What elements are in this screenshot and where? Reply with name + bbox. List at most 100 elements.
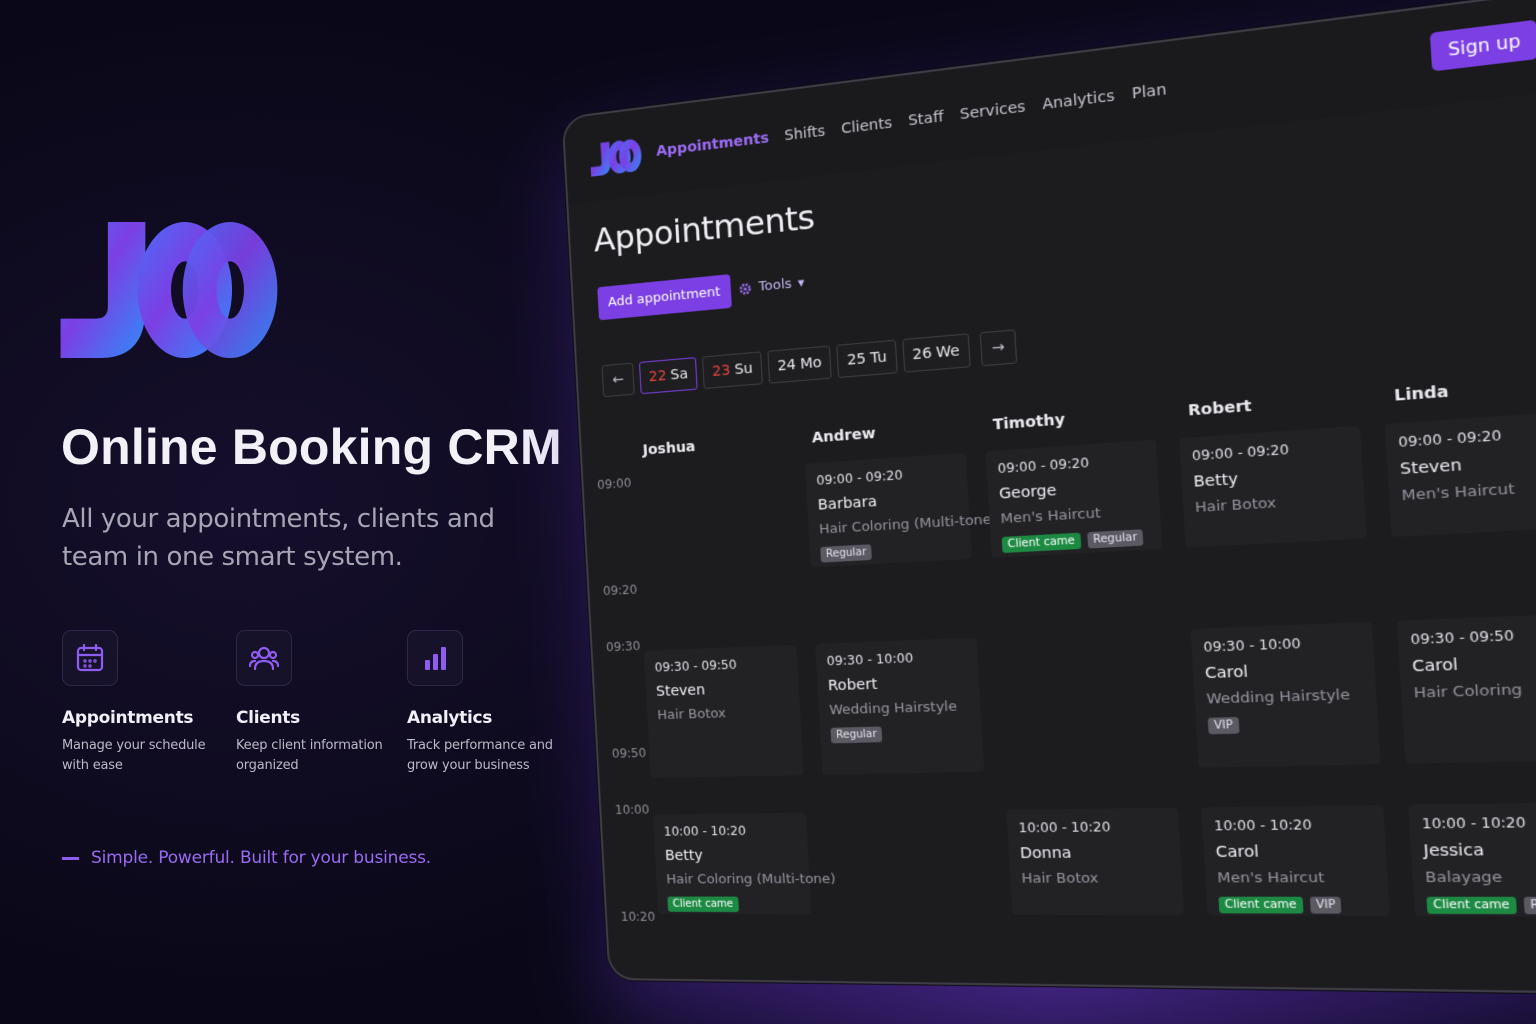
appointment-service: Wedding Hairstyle	[1206, 687, 1364, 708]
appointment-card[interactable]: 10:00 - 10:20 Betty Hair Coloring (Multi-t…	[653, 813, 812, 915]
nav-plan[interactable]: Plan	[1131, 81, 1167, 103]
appointment-client: Barbara	[817, 488, 957, 513]
nav-analytics[interactable]: Analytics	[1042, 88, 1115, 114]
appointment-card[interactable]: 10:00 - 10:20 Jessica Balayage Client came R…	[1408, 802, 1536, 917]
appointment-card[interactable]: 09:00 - 09:20 Barbara Hair Coloring (Multi…	[805, 453, 972, 568]
staff-column-header: Andrew	[811, 425, 876, 446]
appointment-time: 09:00 - 09:20	[816, 464, 956, 488]
appointment-service: Men's Haircut	[1000, 503, 1149, 528]
regular-badge: Regular	[1523, 897, 1536, 915]
appointment-card[interactable]: 09:30 - 10:00 Carol Wedding Hairstyle VIP	[1191, 622, 1381, 768]
appointment-tags: Client came	[667, 897, 801, 913]
date-weekday: Tu	[870, 349, 887, 367]
vip-badge: VIP	[1208, 717, 1240, 734]
staff-column-header: Robert	[1188, 398, 1253, 420]
appointment-service: Men's Haircut	[1217, 870, 1376, 887]
time-label: 09:00	[597, 476, 632, 492]
appointment-time: 09:30 - 09:50	[654, 655, 787, 674]
date-strip: ← 22 Sa 23 Su 24 Mo 25 Tu 26 We →	[602, 329, 1018, 397]
staff-column-header: Linda	[1394, 383, 1449, 405]
appointment-card[interactable]: 09:00 - 09:20 Betty Hair Botox	[1179, 426, 1367, 548]
add-appointment-button[interactable]: Add appointment	[597, 274, 731, 320]
appointment-time: 09:30 - 10:00	[826, 649, 967, 669]
nav-shifts[interactable]: Shifts	[784, 123, 826, 144]
appointment-client: Carol	[1215, 842, 1374, 861]
hero-headline: Online Booking CRM	[61, 418, 562, 476]
feature-analytics: Analytics Track performance and grow you…	[407, 630, 577, 776]
tools-label: Tools	[758, 276, 792, 295]
appointment-card[interactable]: 10:00 - 10:20 Donna Hair Botox	[1006, 808, 1184, 916]
appointment-client: Steven	[656, 679, 789, 700]
joo-logo-icon	[60, 222, 278, 360]
feature-description: Track performance and grow your business	[407, 736, 577, 776]
appointment-card[interactable]: 09:30 - 09:50 Carol Hair Coloring	[1397, 613, 1536, 764]
time-label: 10:00	[615, 802, 650, 817]
appointment-tags: Regular	[820, 539, 960, 562]
appointment-tags: Client came Regular	[1426, 897, 1536, 915]
regular-badge: Regular	[1087, 529, 1144, 548]
tagline: Simple. Powerful. Built for your busines…	[62, 848, 431, 868]
date-chip[interactable]: 25 Tu	[837, 340, 898, 378]
appointment-card[interactable]: 09:00 - 09:20 George Men's Haircut Client c…	[986, 440, 1163, 558]
feature-description: Manage your schedule with ease	[62, 736, 232, 776]
appointment-time: 09:00 - 09:20	[1192, 438, 1350, 464]
prev-dates-button[interactable]: ←	[602, 363, 635, 398]
date-weekday: Mo	[800, 354, 823, 372]
date-chip[interactable]: 22 Sa	[639, 357, 698, 394]
bar-chart-icon	[407, 630, 463, 686]
appointment-card[interactable]: 09:30 - 09:50 Steven Hair Botox	[644, 645, 804, 778]
feature-title: Clients	[236, 708, 406, 728]
date-number: 26	[912, 345, 932, 363]
appointment-card[interactable]: 10:00 - 10:20 Carol Men's Haircut Client ca…	[1201, 805, 1390, 916]
app-nav-links: Appointments Shifts Clients Staff Servic…	[656, 81, 1167, 160]
date-weekday: Sa	[670, 366, 688, 384]
appointment-service: Men's Haircut	[1401, 478, 1536, 505]
date-chip[interactable]: 24 Mo	[767, 345, 832, 383]
appointment-client: Robert	[828, 673, 969, 694]
appointment-card[interactable]: 09:00 - 09:20 Steven Men's Haircut	[1385, 411, 1536, 537]
signup-button[interactable]: Sign up	[1430, 20, 1536, 72]
time-label: 09:20	[603, 582, 638, 598]
time-label: 09:30	[606, 639, 641, 654]
appointment-time: 10:00 - 10:20	[1214, 816, 1373, 833]
feature-clients: Clients Keep client information organize…	[236, 630, 406, 776]
nav-staff[interactable]: Staff	[908, 109, 944, 130]
page-title: Appointments	[593, 197, 816, 259]
date-weekday: Su	[734, 360, 753, 378]
client-came-badge: Client came	[1218, 897, 1303, 914]
nav-services[interactable]: Services	[960, 99, 1026, 124]
chevron-down-icon: ▼	[798, 278, 805, 288]
appointment-client: George	[999, 476, 1148, 502]
appointment-client: Carol	[1412, 652, 1536, 676]
appointment-service: Hair Botox	[657, 704, 790, 723]
appointment-service: Hair Coloring	[1413, 680, 1536, 702]
nav-appointments[interactable]: Appointments	[656, 130, 770, 160]
nav-clients[interactable]: Clients	[841, 115, 893, 138]
date-number: 25	[847, 351, 867, 369]
arrow-left-icon: ←	[612, 371, 624, 388]
appointment-service: Hair Coloring (Multi-tone)	[666, 872, 800, 888]
appointment-client: Jessica	[1423, 841, 1536, 861]
appointment-time: 09:30 - 10:00	[1203, 634, 1361, 655]
hero-subline: All your appointments, clients and team …	[62, 500, 532, 576]
app-logo-icon[interactable]	[589, 138, 642, 178]
vip-badge: VIP	[1309, 897, 1342, 914]
appointment-client: Steven	[1399, 450, 1536, 479]
date-chip[interactable]: 23 Su	[702, 351, 763, 389]
appointment-tags: Client came VIP	[1218, 897, 1377, 914]
date-chip[interactable]: 26 We	[902, 333, 971, 372]
appointment-service: Hair Botox	[1021, 870, 1171, 887]
appointment-time: 10:00 - 10:20	[663, 823, 796, 839]
appointment-time: 09:00 - 09:20	[997, 451, 1145, 476]
tools-dropdown[interactable]: Tools ▼	[738, 275, 805, 297]
gear-icon	[738, 281, 753, 297]
appointment-card[interactable]: 09:30 - 10:00 Robert Wedding Hairstyle Regu…	[815, 638, 984, 775]
app-mockup-scene: Appointments Shifts Clients Staff Servic…	[555, 45, 1525, 975]
appointment-time: 10:00 - 10:20	[1421, 814, 1536, 832]
next-dates-button[interactable]: →	[980, 329, 1018, 366]
appointment-service: Hair Botox	[1195, 491, 1353, 517]
date-number: 23	[712, 362, 731, 380]
date-weekday: We	[936, 343, 961, 362]
appointment-client: Carol	[1205, 659, 1363, 682]
app-window: Appointments Shifts Clients Staff Servic…	[562, 0, 1536, 995]
